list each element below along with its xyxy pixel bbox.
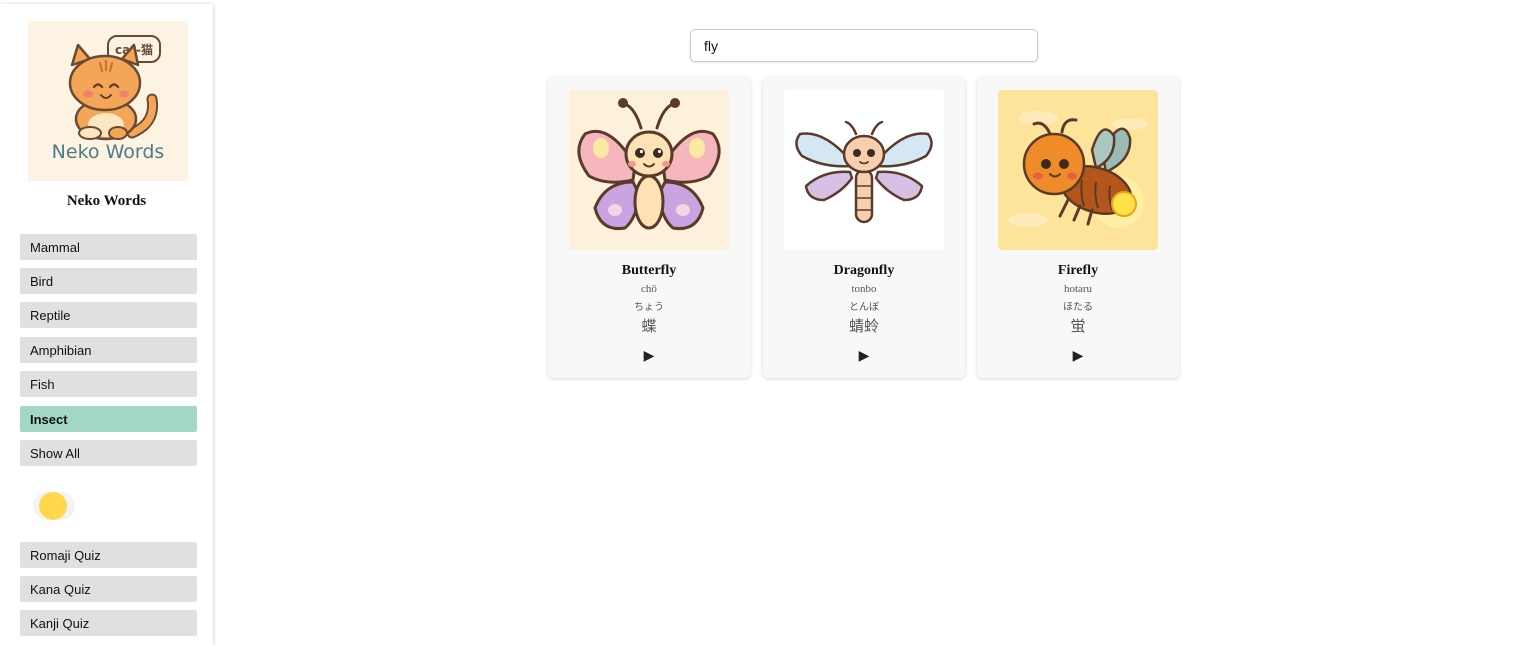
cat-logo-icon: cat-猫 Neko W <box>52 35 165 163</box>
firefly-icon <box>998 90 1158 250</box>
logo: cat-猫 Neko W <box>28 21 188 181</box>
theme-toggle[interactable] <box>33 490 75 522</box>
romaji-quiz-button[interactable]: Romaji Quiz <box>20 542 197 568</box>
play-audio-button[interactable]: ▶ <box>1068 347 1088 363</box>
category-fish-button[interactable]: Fish <box>20 371 197 397</box>
sun-icon <box>39 492 67 520</box>
category-show-all-button[interactable]: Show All <box>20 440 197 466</box>
card-english-word: Dragonfly <box>833 263 895 278</box>
butterfly-icon <box>569 90 729 250</box>
category-mammal-button[interactable]: Mammal <box>20 234 197 260</box>
card-kana: とんぼ <box>849 302 879 313</box>
card-english-word: Butterfly <box>621 263 677 278</box>
app-root: cat-猫 Neko W <box>0 0 1520 646</box>
search-input[interactable] <box>690 29 1038 62</box>
dragonfly-icon <box>784 90 944 250</box>
card-romaji: chō <box>641 283 657 295</box>
card-kana: ちょう <box>634 302 664 313</box>
card-kanji: 蜻蛉 <box>848 317 879 335</box>
card-romaji: tonbo <box>851 283 877 295</box>
category-amphibian-button[interactable]: Amphibian <box>20 337 197 363</box>
card-english-word: Firefly <box>1057 263 1099 278</box>
play-audio-button[interactable]: ▶ <box>639 347 659 363</box>
play-icon: ▶ <box>643 347 655 363</box>
play-icon: ▶ <box>1072 347 1084 363</box>
word-card-butterfly: Butterfly chō ちょう 蝶 ▶ <box>548 77 750 378</box>
kanji-quiz-button[interactable]: Kanji Quiz <box>20 610 197 636</box>
category-reptile-button[interactable]: Reptile <box>20 302 197 328</box>
logo-wordmark: Neko Words <box>52 141 165 163</box>
sidebar: cat-猫 Neko W <box>0 4 213 646</box>
brand-title: Neko Words <box>66 193 147 209</box>
category-bird-button[interactable]: Bird <box>20 268 197 294</box>
card-romaji: hotaru <box>1063 283 1093 295</box>
play-icon: ▶ <box>858 347 870 363</box>
kana-quiz-button[interactable]: Kana Quiz <box>20 576 197 602</box>
card-kana: ほたる <box>1063 302 1093 313</box>
card-kanji: 蝶 <box>641 317 657 335</box>
card-kanji: 蛍 <box>1070 317 1086 335</box>
word-card-firefly: Firefly hotaru ほたる 蛍 ▶ <box>977 77 1179 378</box>
word-card-dragonfly: Dragonfly tonbo とんぼ 蜻蛉 ▶ <box>763 77 965 378</box>
play-audio-button[interactable]: ▶ <box>854 347 874 363</box>
category-insect-button[interactable]: Insect <box>20 406 197 432</box>
